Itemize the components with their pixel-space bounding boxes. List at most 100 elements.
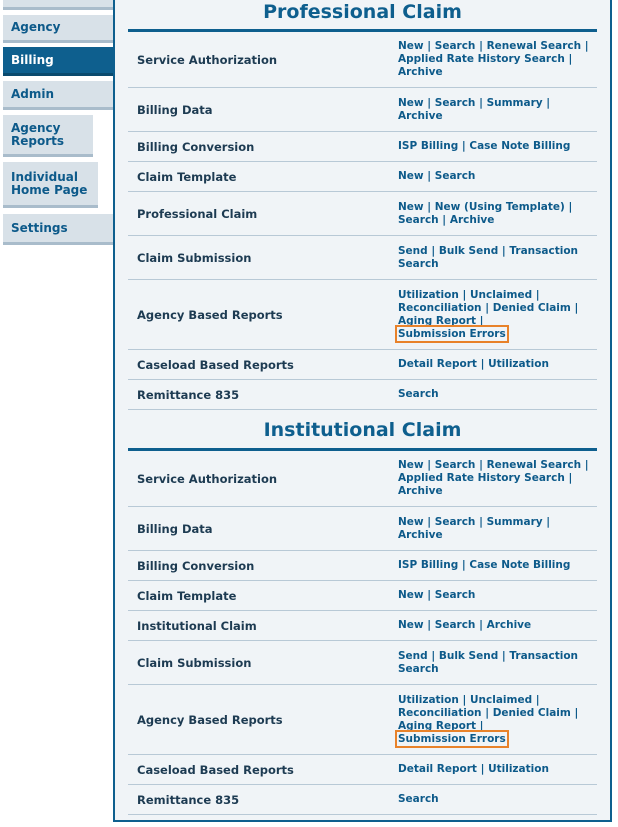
link-separator: | (570, 301, 579, 314)
menu-link[interactable]: Archive (398, 66, 443, 78)
menu-link[interactable]: Renewal Search (487, 40, 582, 52)
menu-link[interactable]: Case Note Billing (469, 140, 570, 152)
link-separator: | (532, 288, 540, 301)
menu-link[interactable]: Summary (487, 516, 543, 528)
menu-link[interactable]: Applied Rate History Search (398, 53, 565, 65)
menu-link[interactable]: Unclaimed (470, 289, 532, 301)
menu-row: Billing Data New | Search | Summary | Arc… (128, 507, 597, 551)
sidebar-item-admin[interactable]: Admin (3, 81, 113, 110)
menu-link[interactable]: ISP Billing (398, 559, 458, 571)
menu-link[interactable]: Aging Report (398, 315, 476, 327)
menu-row: Claim Template New | Search (128, 581, 597, 611)
menu-link[interactable]: Bulk Send (439, 650, 498, 662)
menu-link[interactable]: New (398, 40, 424, 52)
menu-row: Agency Based Reports Utilization | Unclai… (128, 685, 597, 755)
sidebar-item-settings[interactable]: Settings (3, 214, 113, 245)
menu-link[interactable]: Archive (398, 110, 443, 122)
menu-link[interactable]: Denied Claim (493, 707, 571, 719)
sidebar-item-individual-home-page[interactable]: Individual Home Page (3, 162, 98, 208)
menu-link-highlighted[interactable]: Submission Errors (395, 729, 509, 748)
menu-link-highlighted[interactable]: Submission Errors (395, 324, 509, 343)
menu-row-links: Detail Report | Utilization (398, 763, 597, 776)
menu-row-label: Remittance 835 (137, 387, 240, 402)
sidebar-item-billing[interactable]: Billing (3, 47, 113, 76)
link-separator: | (475, 96, 487, 109)
link-separator: | (423, 589, 435, 601)
menu-link[interactable]: Search (398, 388, 439, 400)
link-separator: | (423, 170, 435, 182)
menu-link[interactable]: Detail Report (398, 358, 477, 370)
menu-link[interactable]: Send (398, 650, 428, 662)
menu-link[interactable]: Search (435, 516, 476, 528)
menu-link[interactable]: Search (398, 214, 439, 226)
link-separator: | (564, 472, 573, 484)
menu-link[interactable]: Search (435, 170, 476, 182)
menu-row: Agency Based Reports Utilization | Unclai… (128, 280, 597, 350)
menu-link[interactable]: Bulk Send (439, 245, 498, 257)
menu-link[interactable]: Send (398, 245, 428, 257)
link-separator: | (423, 96, 435, 109)
menu-row: Service Authorization New | Search | Rene… (128, 451, 597, 507)
menu-link[interactable]: Archive (398, 485, 443, 497)
link-separator: | (427, 649, 439, 662)
link-separator: | (476, 763, 489, 775)
menu-row-label: Claim Template (137, 588, 237, 603)
link-separator: | (498, 649, 510, 662)
menu-link[interactable]: New (398, 170, 424, 182)
menu-row: Billing Conversion ISP Billing | Case Not… (128, 551, 597, 581)
menu-row-links: New | Search | Summary | Archive (398, 516, 597, 542)
sidebar-item-agency-reports[interactable]: Agency Reports (3, 115, 93, 157)
menu-link[interactable]: New (398, 459, 424, 471)
link-separator: | (458, 140, 470, 152)
link-separator: | (423, 459, 435, 471)
link-separator: | (476, 719, 484, 732)
sidebar-item-label: Settings (11, 220, 68, 235)
menu-link[interactable]: Search (398, 793, 439, 805)
menu-link[interactable]: Renewal Search (487, 459, 582, 471)
menu-link[interactable]: Utilization (488, 358, 549, 370)
menu-link[interactable]: New (398, 201, 424, 213)
menu-link[interactable]: New (398, 97, 424, 109)
menu-link[interactable]: Reconciliation (398, 707, 482, 719)
sidebar-item-agency[interactable]: Agency (3, 15, 113, 43)
menu-link[interactable]: New (398, 619, 424, 631)
menu-row-label: Service Authorization (137, 471, 278, 486)
menu-link[interactable]: Aging Report (398, 720, 476, 732)
link-separator: | (458, 693, 471, 706)
menu-link[interactable]: Archive (450, 214, 495, 226)
link-separator: | (542, 96, 551, 109)
menu-row-label: Service Authorization (137, 52, 278, 67)
menu-link[interactable]: New (398, 589, 424, 601)
menu-row-links: Search (398, 793, 597, 806)
menu-link[interactable]: Search (435, 589, 476, 601)
menu-link[interactable]: Archive (398, 529, 443, 541)
menu-link[interactable]: Reconciliation (398, 302, 482, 314)
menu-link[interactable]: Case Note Billing (469, 559, 570, 571)
menu-link[interactable]: Archive (487, 619, 532, 631)
sidebar-nav: Agency Billing Admin Agency Reports Indi… (3, 0, 113, 245)
link-separator: | (458, 559, 470, 571)
link-separator: | (542, 515, 551, 528)
menu-link[interactable]: Denied Claim (493, 302, 571, 314)
menu-row-links: ISP Billing | Case Note Billing (398, 140, 597, 153)
menu-link[interactable]: Utilization (398, 694, 459, 706)
menu-link[interactable]: Applied Rate History Search (398, 472, 565, 484)
menu-link[interactable]: Utilization (488, 763, 549, 775)
menu-link[interactable]: Search (435, 459, 476, 471)
menu-link[interactable]: Summary (487, 97, 543, 109)
menu-row-label: Institutional Claim (137, 618, 257, 633)
menu-link[interactable]: Unclaimed (470, 694, 532, 706)
link-separator: | (481, 706, 493, 719)
menu-row: Caseload Based Reports Detail Report | Ut… (128, 350, 597, 380)
menu-link[interactable]: Search (435, 97, 476, 109)
menu-link[interactable]: Detail Report (398, 763, 477, 775)
menu-row-links: Send | Bulk Send | Transaction Search (398, 245, 597, 271)
menu-link[interactable]: New (398, 516, 424, 528)
menu-link[interactable]: Search (435, 40, 476, 52)
link-separator: | (458, 288, 471, 301)
menu-link[interactable]: Search (435, 619, 476, 631)
menu-link[interactable]: New (Using Template) (435, 201, 565, 213)
menu-link[interactable]: Utilization (398, 289, 459, 301)
menu-link[interactable]: ISP Billing (398, 140, 458, 152)
menu-row-links: New | New (Using Template) | Search | Ar… (398, 201, 597, 227)
